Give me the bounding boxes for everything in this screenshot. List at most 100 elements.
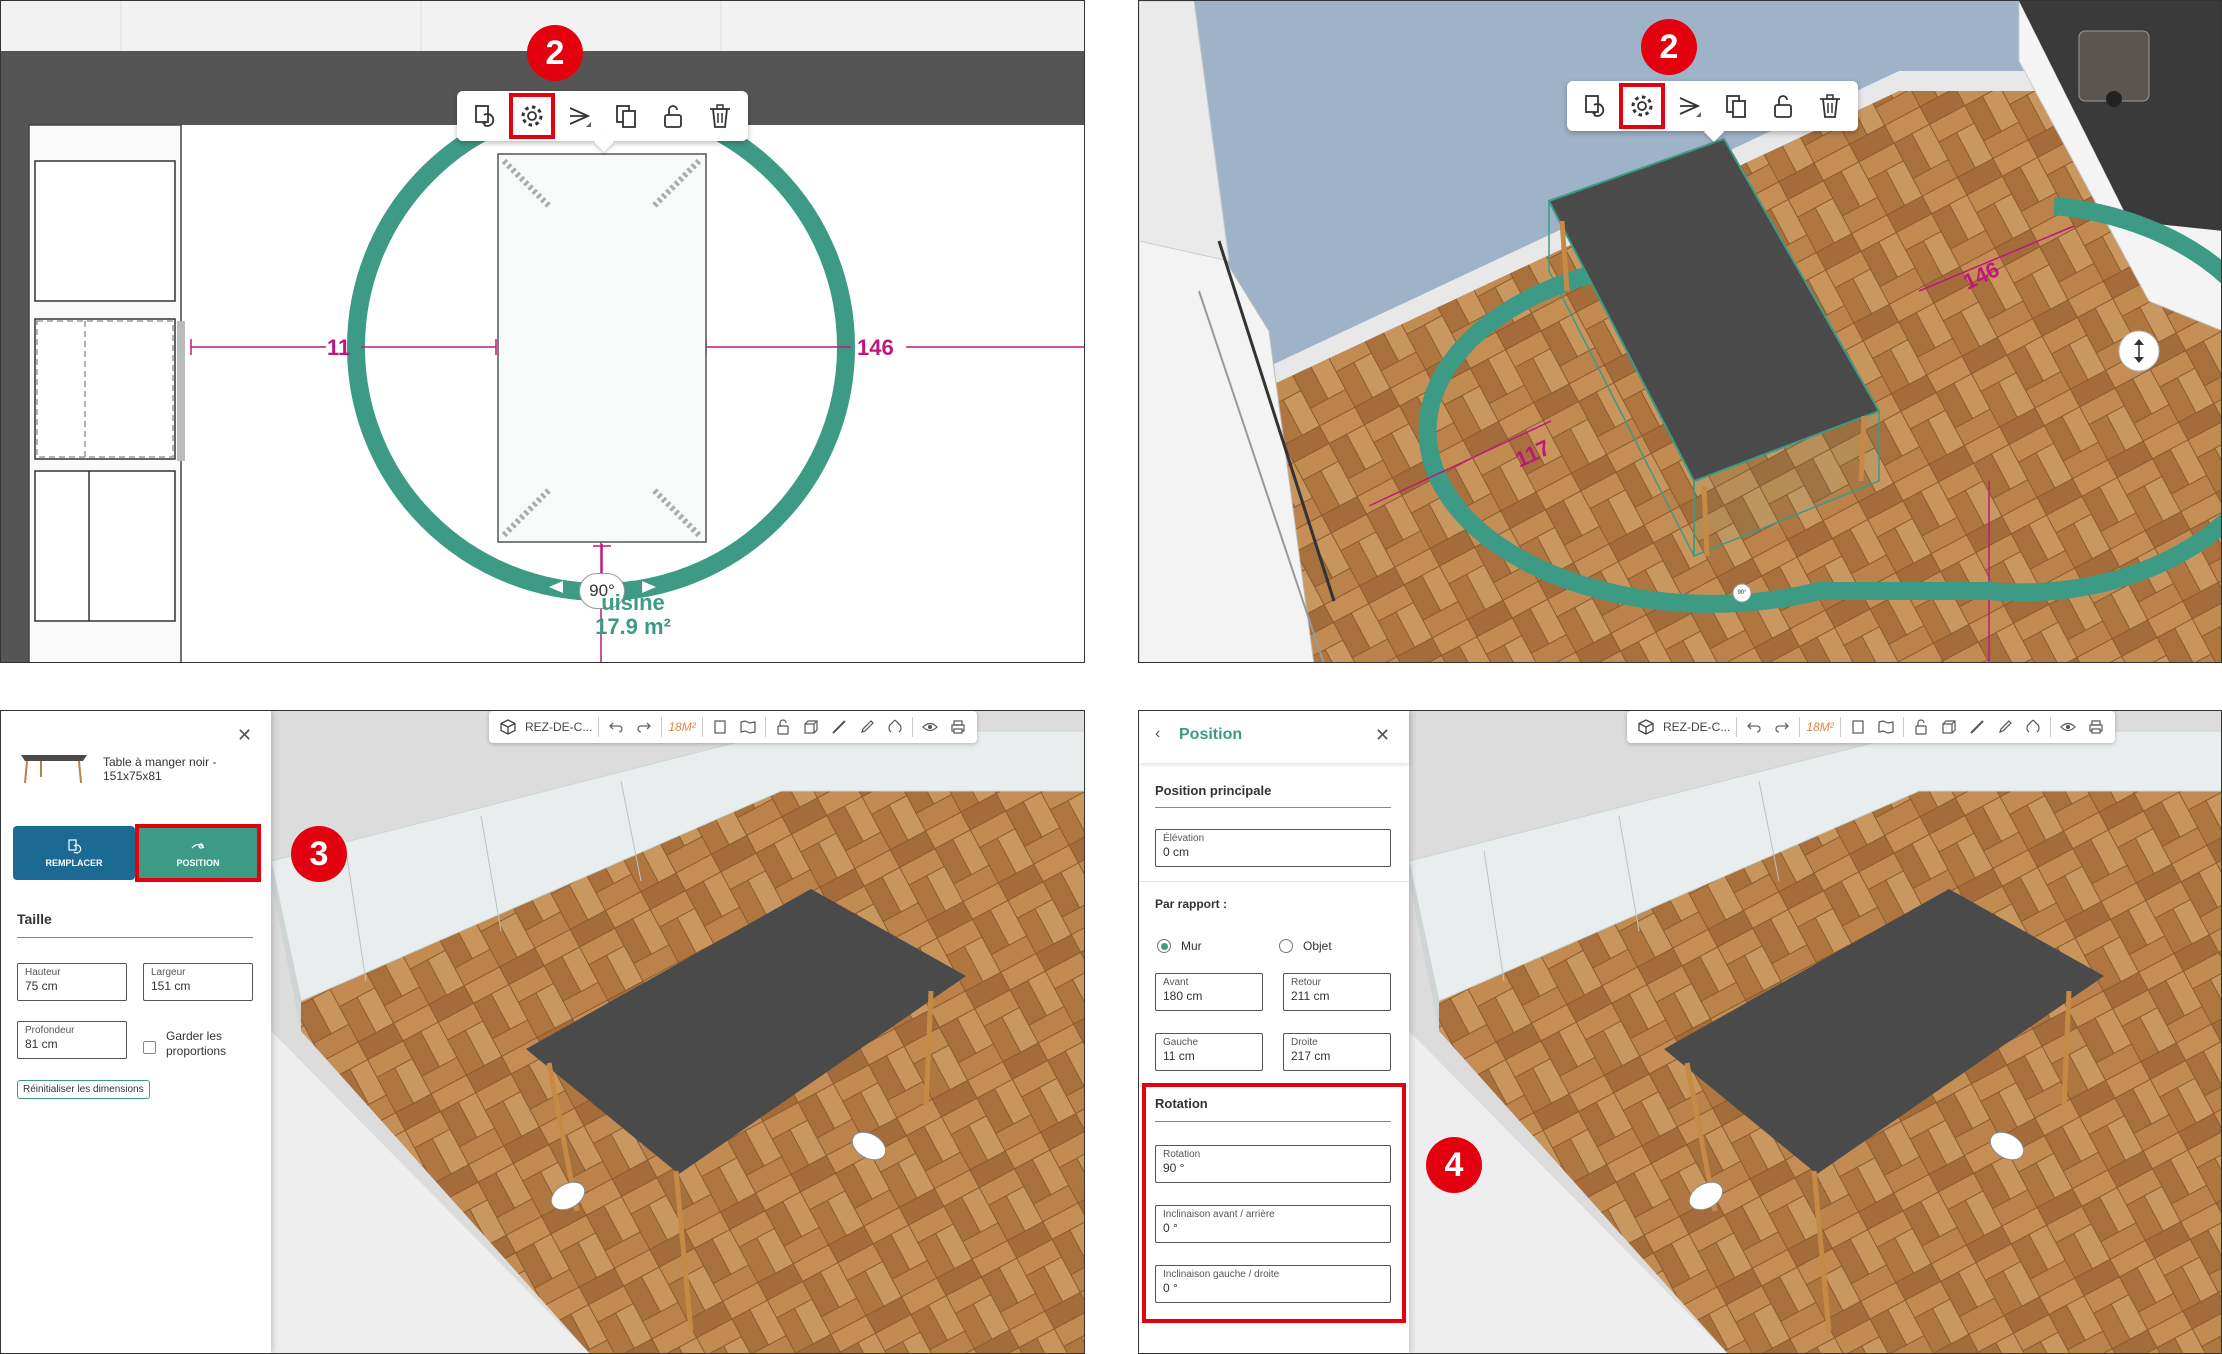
back-field[interactable]: Retour 211 cm <box>1283 973 1391 1011</box>
replace-button[interactable] <box>1574 85 1616 127</box>
redo-icon <box>637 722 652 733</box>
replace-tab[interactable]: REMPLACER <box>13 826 135 880</box>
radio-wall[interactable] <box>1157 939 1171 953</box>
print-button[interactable] <box>2085 716 2107 738</box>
back-chevron-icon[interactable]: ‹ <box>1155 725 1160 743</box>
trash-icon <box>1820 94 1840 118</box>
print-button[interactable] <box>947 716 969 738</box>
table-top-2d[interactable] <box>497 153 707 543</box>
radio-object-label: Objet <box>1303 939 1332 953</box>
reset-dimensions-button[interactable]: Réinitialiser les dimensions <box>17 1080 150 1099</box>
divider <box>661 717 663 737</box>
level-label[interactable]: REZ-DE-C... <box>525 720 592 734</box>
unlock-icon <box>1915 719 1927 735</box>
visibility-button[interactable] <box>2057 716 2079 738</box>
settings-button[interactable] <box>1619 83 1665 129</box>
map-button[interactable] <box>1875 716 1897 738</box>
delete-button[interactable] <box>1809 85 1851 127</box>
cube-icon <box>500 719 516 735</box>
lock-button[interactable] <box>772 716 794 738</box>
lock-button[interactable] <box>1910 716 1932 738</box>
divider <box>1902 717 1904 737</box>
plan-2d-view[interactable]: 11 146 90° uisine 17.9 m² 2 <box>0 0 1085 663</box>
align-icon <box>569 107 591 127</box>
magnet-button[interactable] <box>2022 716 2044 738</box>
left-label: Gauche <box>1163 1037 1199 1048</box>
eye-icon <box>2059 722 2076 732</box>
level-button[interactable] <box>497 716 519 738</box>
map-icon <box>740 720 756 734</box>
left-field[interactable]: Gauche 11 cm <box>1155 1033 1263 1071</box>
box-button[interactable] <box>800 716 822 738</box>
pencil-button[interactable] <box>856 716 878 738</box>
align-button[interactable] <box>558 95 600 137</box>
undo-button[interactable] <box>1743 716 1765 738</box>
left-value[interactable]: 11 cm <box>1163 1049 1255 1063</box>
replace-icon <box>1585 95 1605 117</box>
view-3d-selected[interactable]: 117 146 90° 2 <box>1138 0 2222 663</box>
size-section-title: Taille <box>17 911 52 927</box>
keep-proportions-line1: Garder les <box>166 1029 223 1043</box>
undo-button[interactable] <box>605 716 627 738</box>
align-button[interactable] <box>1668 85 1710 127</box>
rotation-angle-pill[interactable]: 90° <box>1732 585 1752 601</box>
map-button[interactable] <box>737 716 759 738</box>
elevation-field[interactable]: Élévation 0 cm <box>1155 829 1391 867</box>
keep-proportions-line2: proportions <box>166 1044 227 1058</box>
view-2d-button[interactable] <box>709 716 731 738</box>
position-settings-view: REZ-DE-C... 18M² ‹ Position ✕ Position p… <box>1138 710 2222 1354</box>
elevation-value[interactable]: 0 cm <box>1163 845 1383 859</box>
product-name-line2: 151x75x81 <box>103 769 162 783</box>
duplicate-button[interactable] <box>605 95 647 137</box>
right-field[interactable]: Droite 217 cm <box>1283 1033 1391 1071</box>
divider <box>1839 717 1841 737</box>
step-badge-3: 3 <box>291 826 347 882</box>
plan-icon <box>714 720 726 734</box>
front-value[interactable]: 180 cm <box>1163 989 1255 1003</box>
level-label[interactable]: REZ-DE-C... <box>1663 720 1730 734</box>
delete-button[interactable] <box>699 95 741 137</box>
cube-icon <box>1638 719 1654 735</box>
size-settings-view: REZ-DE-C... 18M² ✕ Table à manger noir -… <box>0 710 1085 1354</box>
back-label: Retour <box>1291 977 1322 988</box>
ruler-button[interactable] <box>828 716 850 738</box>
width-value[interactable]: 151 cm <box>151 979 245 993</box>
depth-field[interactable]: Profondeur 81 cm <box>17 1021 127 1059</box>
back-value[interactable]: 211 cm <box>1291 989 1383 1003</box>
surface-indicator[interactable]: 18M² <box>1806 720 1833 734</box>
box-icon <box>804 720 818 734</box>
divider <box>911 717 913 737</box>
keep-proportions-checkbox[interactable] <box>143 1041 156 1054</box>
front-field[interactable]: Avant 180 cm <box>1155 973 1263 1011</box>
radio-object[interactable] <box>1279 939 1293 953</box>
duplicate-button[interactable] <box>1715 85 1757 127</box>
replace-button[interactable] <box>464 95 506 137</box>
lock-button[interactable] <box>1762 85 1804 127</box>
height-value[interactable]: 75 cm <box>25 979 119 993</box>
divider <box>17 937 253 938</box>
unlock-icon <box>664 105 682 128</box>
pencil-button[interactable] <box>1994 716 2016 738</box>
settings-button[interactable] <box>509 93 555 139</box>
height-field[interactable]: Hauteur 75 cm <box>17 963 127 1001</box>
lock-button[interactable] <box>652 95 694 137</box>
close-icon[interactable]: ✕ <box>237 725 252 746</box>
redo-button[interactable] <box>633 716 655 738</box>
front-label: Avant <box>1163 977 1189 988</box>
visibility-button[interactable] <box>919 716 941 738</box>
close-icon[interactable]: ✕ <box>1375 725 1390 746</box>
level-button[interactable] <box>1635 716 1657 738</box>
redo-button[interactable] <box>1771 716 1793 738</box>
depth-value[interactable]: 81 cm <box>25 1037 119 1051</box>
view-2d-button[interactable] <box>1847 716 1869 738</box>
magnet-button[interactable] <box>884 716 906 738</box>
unlock-icon <box>1774 95 1792 118</box>
box-icon <box>1942 720 1956 734</box>
right-value[interactable]: 217 cm <box>1291 1049 1383 1063</box>
width-field[interactable]: Largeur 151 cm <box>143 963 253 1001</box>
ruler-button[interactable] <box>1966 716 1988 738</box>
depth-label: Profondeur <box>25 1025 75 1036</box>
pencil-icon <box>860 720 874 733</box>
box-button[interactable] <box>1938 716 1960 738</box>
surface-indicator[interactable]: 18M² <box>668 720 695 734</box>
